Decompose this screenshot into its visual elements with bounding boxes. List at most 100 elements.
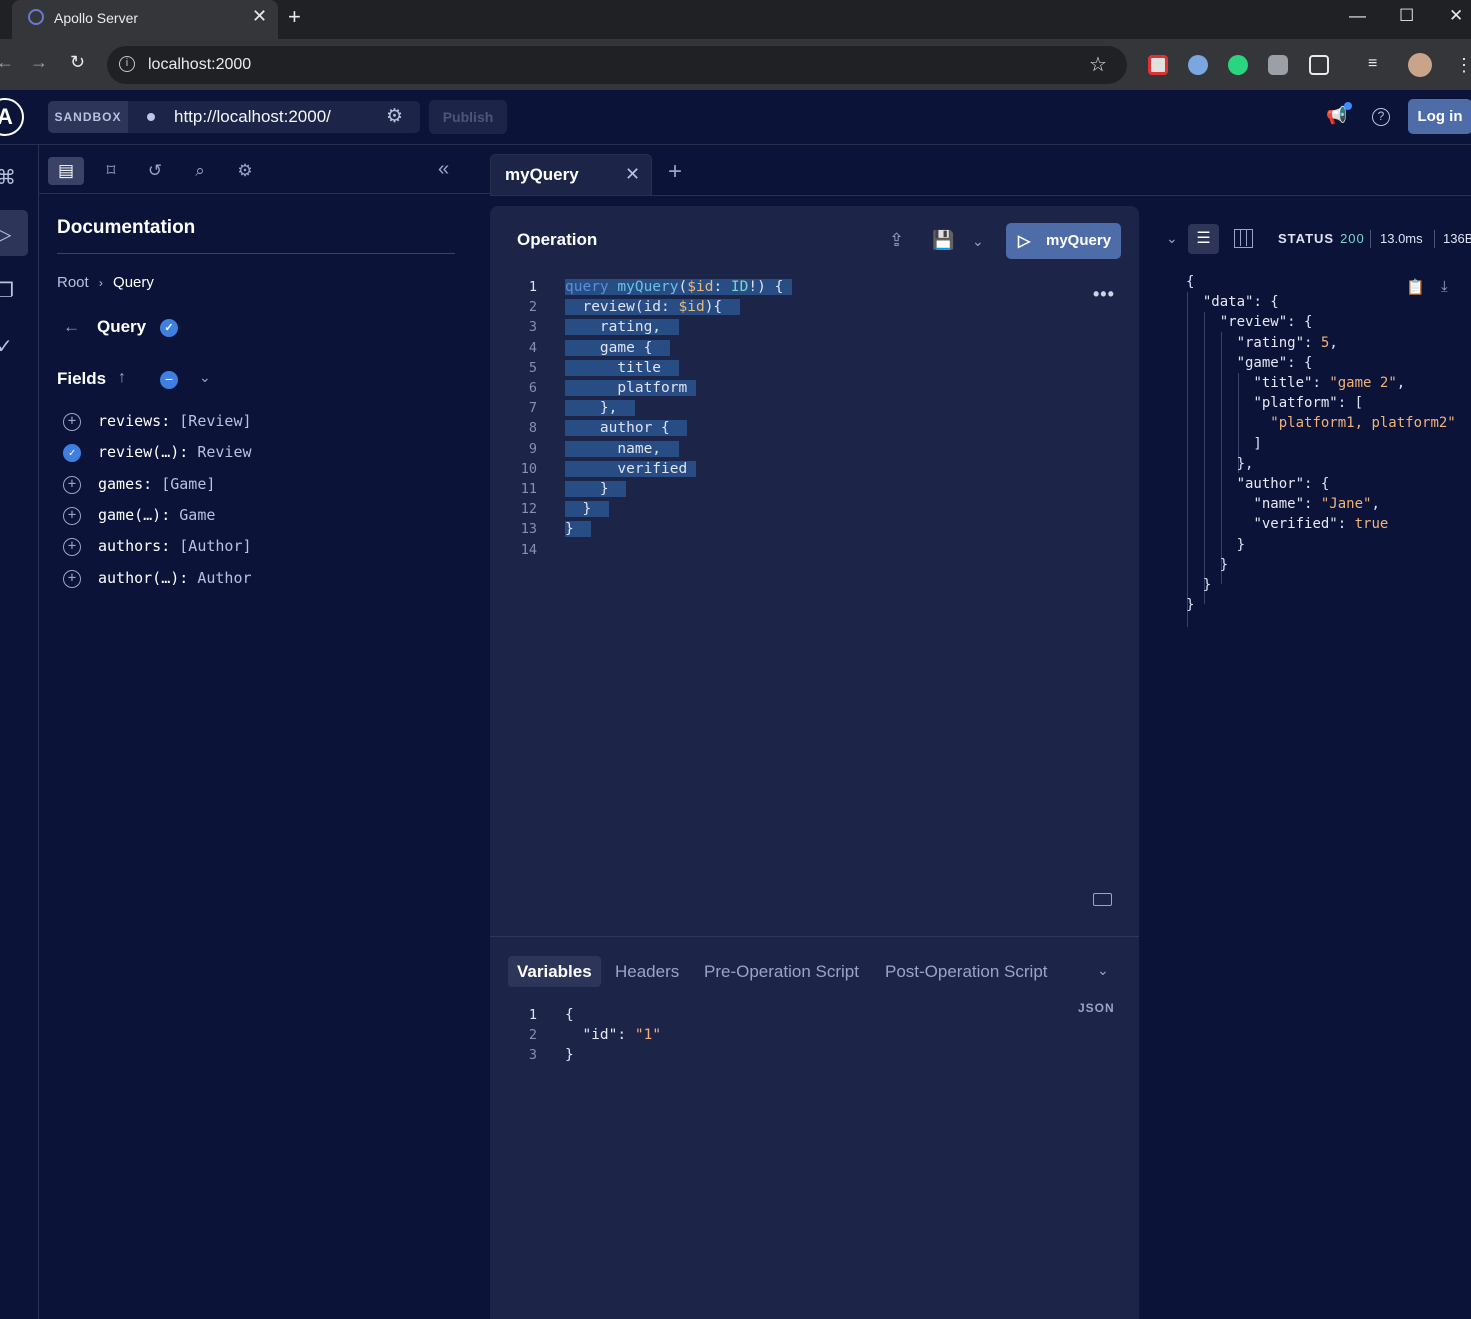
keyboard-shortcuts-icon[interactable] — [1093, 893, 1112, 906]
omnibox[interactable]: i localhost:2000 ☆ — [107, 46, 1127, 84]
fields-heading: Fields — [57, 369, 107, 388]
extension-camera-icon[interactable] — [1268, 55, 1288, 75]
settings-tool-icon[interactable]: ⚙ — [227, 157, 263, 185]
reload-icon[interactable]: ↻ — [70, 52, 85, 73]
new-tab-icon[interactable]: + — [288, 4, 301, 30]
tab-pre-operation-script[interactable]: Pre-Operation Script — [695, 956, 868, 987]
add-field-plus-icon[interactable]: + — [63, 507, 81, 525]
status-text: STATUS — [1278, 231, 1335, 246]
profile-avatar[interactable] — [1408, 53, 1432, 77]
minimize-icon[interactable]: — — [1349, 6, 1366, 26]
history-tool-icon[interactable]: ↺ — [137, 157, 173, 185]
run-query-button[interactable]: ▷ myQuery — [1006, 223, 1121, 259]
field-name[interactable]: author(…): Author — [98, 569, 252, 587]
more-options-icon[interactable]: ••• — [1093, 284, 1115, 305]
field-type[interactable]: [Game] — [161, 475, 215, 493]
login-button[interactable]: Log in — [1408, 99, 1471, 134]
breadcrumb-root[interactable]: Root — [57, 274, 89, 291]
fields-menu-chevron-icon[interactable]: ⌄ — [199, 369, 211, 386]
deselect-all-icon[interactable]: − — [160, 371, 178, 389]
extension-shield-icon[interactable] — [1228, 55, 1248, 75]
add-field-plus-icon[interactable]: + — [63, 570, 81, 588]
field-type[interactable]: Author — [197, 569, 251, 587]
field-selected-check-icon[interactable]: ✓ — [63, 444, 81, 462]
add-field-plus-icon[interactable]: + — [63, 413, 81, 431]
line-number: 13 — [520, 521, 537, 538]
announcement-megaphone-icon[interactable]: 📢 — [1326, 106, 1347, 126]
selected-check-icon[interactable]: ✓ — [160, 319, 178, 337]
help-icon[interactable]: ? — [1372, 108, 1390, 126]
collapse-panel-icon[interactable]: « — [438, 158, 449, 181]
maximize-icon[interactable]: ☐ — [1399, 6, 1414, 26]
field-name[interactable]: games: [Game] — [98, 475, 215, 493]
add-field-plus-icon[interactable]: + — [63, 476, 81, 494]
checks-icon[interactable]: ✓ — [0, 334, 13, 359]
browser-menu-icon[interactable]: ⋮ — [1455, 55, 1471, 75]
line-number: 7 — [528, 400, 537, 417]
response-json: { "data": { "review": { "rating": 5, "ga… — [1186, 272, 1460, 615]
field-name[interactable]: game(…): Game — [98, 506, 215, 524]
line-number: 1 — [528, 1007, 537, 1023]
connection-settings-gear-icon[interactable]: ⚙ — [386, 105, 403, 128]
schema-graph-icon[interactable]: ⌘ — [0, 165, 16, 190]
name-value: "Jane" — [1320, 496, 1372, 513]
field-type[interactable]: Review — [197, 443, 251, 461]
variables-code-editor[interactable]: { "id": "1" } — [565, 1005, 661, 1066]
back-arrow-icon[interactable]: ← — [63, 317, 80, 337]
operation-code-editor[interactable]: query myQuery($id: ID!) { review(id: $id… — [565, 277, 793, 540]
table-view-icon[interactable] — [1234, 229, 1253, 248]
browser-tab[interactable]: Apollo Server ✕ — [12, 0, 278, 39]
add-field-plus-icon[interactable]: + — [63, 538, 81, 556]
sort-arrow-up-icon[interactable]: ↑ — [118, 369, 126, 387]
search-tool-icon[interactable]: ⌕ — [182, 157, 218, 185]
divider — [490, 936, 1139, 937]
line-number: 2 — [528, 299, 537, 316]
tab-variables[interactable]: Variables — [508, 956, 601, 987]
response-collapse-chevron-icon[interactable]: ⌄ — [1166, 230, 1178, 247]
platform-value: "platform1, platform2" — [1270, 415, 1456, 432]
explorer-play-icon[interactable]: ▷ — [0, 222, 11, 247]
field-type[interactable]: [Review] — [179, 412, 251, 430]
status-label: STATUS 200 — [1278, 231, 1365, 246]
field-label: author(…): — [98, 569, 189, 587]
line-number: 3 — [528, 1047, 537, 1064]
add-tab-icon[interactable]: + — [668, 158, 682, 186]
collapse-variables-chevron-icon[interactable]: ⌄ — [1097, 962, 1109, 979]
document-icon[interactable]: ❐ — [0, 278, 14, 303]
share-icon[interactable]: ⇪ — [889, 230, 904, 251]
field-label: authors: — [98, 537, 171, 555]
media-control-icon[interactable]: ≡ — [1368, 55, 1388, 75]
endpoint-bar[interactable]: SANDBOX http://localhost:2000/ ⚙ — [48, 101, 420, 133]
extensions-puzzle-icon[interactable] — [1309, 55, 1329, 75]
forward-icon[interactable]: → — [30, 52, 48, 73]
line-number: 14 — [520, 541, 537, 558]
verified-value: true — [1354, 516, 1389, 533]
docs-tool-icon[interactable]: ▤ — [48, 157, 84, 185]
line-number: 3 — [528, 319, 537, 336]
breadcrumb: Root › Query — [57, 274, 154, 291]
tab-headers[interactable]: Headers — [606, 956, 688, 987]
omnibox-url[interactable]: localhost:2000 — [148, 56, 251, 74]
json-view-icon[interactable]: ☰ — [1188, 224, 1219, 254]
bookmark-tool-icon[interactable]: ⌑ — [93, 157, 129, 185]
extension-circle-icon[interactable] — [1188, 55, 1208, 75]
close-operation-tab-icon[interactable]: ✕ — [625, 164, 640, 185]
operation-tab[interactable]: myQuery ✕ — [490, 154, 652, 196]
extension-pocket-icon[interactable] — [1148, 55, 1168, 75]
bookmark-star-icon[interactable]: ☆ — [1089, 52, 1107, 77]
site-info-icon[interactable]: i — [119, 56, 135, 72]
save-icon[interactable]: 💾 — [932, 230, 954, 251]
line-number: 10 — [520, 460, 537, 477]
field-name[interactable]: authors: [Author] — [98, 537, 252, 555]
close-tab-icon[interactable]: ✕ — [252, 6, 267, 27]
save-menu-chevron-icon[interactable]: ⌄ — [972, 233, 984, 250]
field-type[interactable]: Game — [179, 506, 215, 524]
field-name[interactable]: review(…): Review — [98, 443, 252, 461]
window-close-icon[interactable]: ✕ — [1449, 6, 1463, 26]
endpoint-url[interactable]: http://localhost:2000/ — [174, 107, 331, 127]
publish-button[interactable]: Publish — [429, 100, 507, 134]
back-icon[interactable]: ← — [0, 52, 14, 73]
field-name[interactable]: reviews: [Review] — [98, 412, 252, 430]
field-type[interactable]: [Author] — [179, 537, 251, 555]
tab-post-operation-script[interactable]: Post-Operation Script — [876, 956, 1057, 987]
